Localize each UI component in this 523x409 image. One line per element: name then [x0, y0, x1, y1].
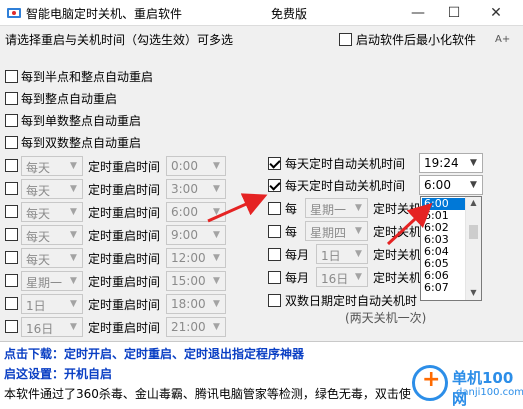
- autostart-setting-link[interactable]: 启这设置：开机自启: [4, 365, 112, 382]
- description-text: 本软件通过了360杀毒、金山毒霸、腾讯电脑管家等检测，绿色无毒，双击使: [4, 387, 411, 401]
- watermark-plus-icon: +: [422, 367, 441, 392]
- watermark-site-url: danji100.com: [456, 387, 523, 398]
- red-arrow-icon: [386, 202, 433, 246]
- site-watermark: + 单机100网 danji100.com: [410, 361, 523, 408]
- annotation-arrows: [207, 193, 433, 246]
- download-link[interactable]: 点击下载：定时开启、定时重启、定时退出指定程序神器: [4, 345, 304, 362]
- red-arrow-icon: [207, 193, 268, 223]
